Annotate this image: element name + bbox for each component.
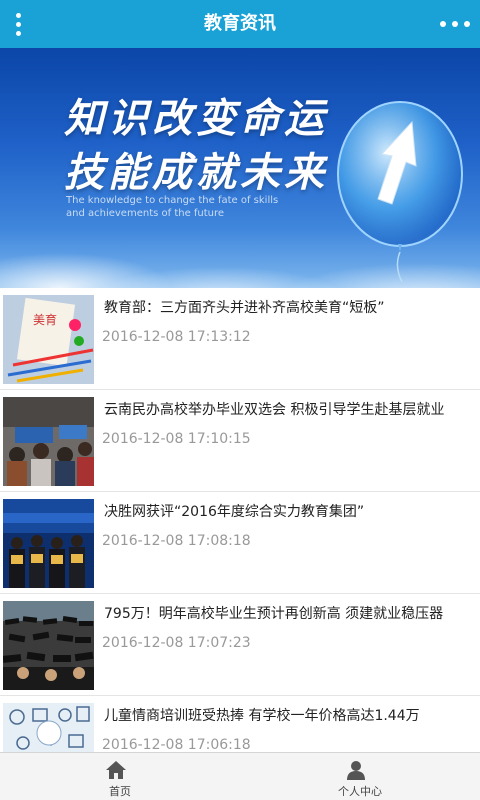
news-timestamp: 2016-12-08 17:10:15 [102,431,251,447]
news-item[interactable]: 795万！明年高校毕业生预计再创新高 须建就业稳压器 2016-12-08 17… [0,594,480,696]
banner-subtitle: The knowledge to change the fate of skil… [66,195,279,219]
tab-profile-label: 个人中心 [338,785,382,798]
horizontal-dots-icon[interactable] [440,14,470,34]
news-item[interactable]: 云南民办高校举办毕业双选会 积极引导学生赴基层就业 2016-12-08 17:… [0,390,480,492]
news-title: 云南民办高校举办毕业双选会 积极引导学生赴基层就业 [104,402,445,418]
news-thumbnail [3,397,94,486]
news-thumbnail [3,499,94,588]
thumbnail-caption: 美育 [33,313,58,327]
news-timestamp: 2016-12-08 17:08:18 [102,533,251,549]
home-icon [106,761,126,779]
news-title: 儿童情商培训班受热捧 有学校一年价格高达1.44万 [104,708,420,724]
news-thumbnail [3,601,94,690]
news-title: 教育部：三方面齐头并进补齐高校美育“短板” [104,300,385,316]
banner-slogan-line1: 知识改变命运 [64,95,328,142]
tab-home-label: 首页 [109,785,131,798]
news-item[interactable]: 美育 教育部：三方面齐头并进补齐高校美育“短板” 2016-12-08 17:1… [0,288,480,390]
tab-profile[interactable]: 个人中心 [240,753,480,800]
news-title: 795万！明年高校毕业生预计再创新高 须建就业稳压器 [104,606,444,622]
page-title: 教育资讯 [204,13,276,34]
news-list: 美育 教育部：三方面齐头并进补齐高校美育“短板” 2016-12-08 17:1… [0,288,480,770]
user-icon [347,761,365,780]
bottom-tab-bar: 首页 个人中心 [0,752,480,800]
banner-slogan-line2: 技能成就未来 [64,149,328,196]
balloon-arrow-image [337,101,463,283]
top-bar: 教育资讯 [0,0,480,48]
banner-carousel[interactable]: 知识改变命运 技能成就未来 The knowledge to change th… [0,48,480,288]
news-title: 决胜网获评“2016年度综合实力教育集团” [104,504,365,520]
tab-home[interactable]: 首页 [0,753,240,800]
news-timestamp: 2016-12-08 17:13:12 [102,329,251,345]
news-thumbnail: 美育 [3,295,94,384]
news-timestamp: 2016-12-08 17:07:23 [102,635,251,651]
news-timestamp: 2016-12-08 17:06:18 [102,737,251,753]
news-item[interactable]: 决胜网获评“2016年度综合实力教育集团” 2016-12-08 17:08:1… [0,492,480,594]
